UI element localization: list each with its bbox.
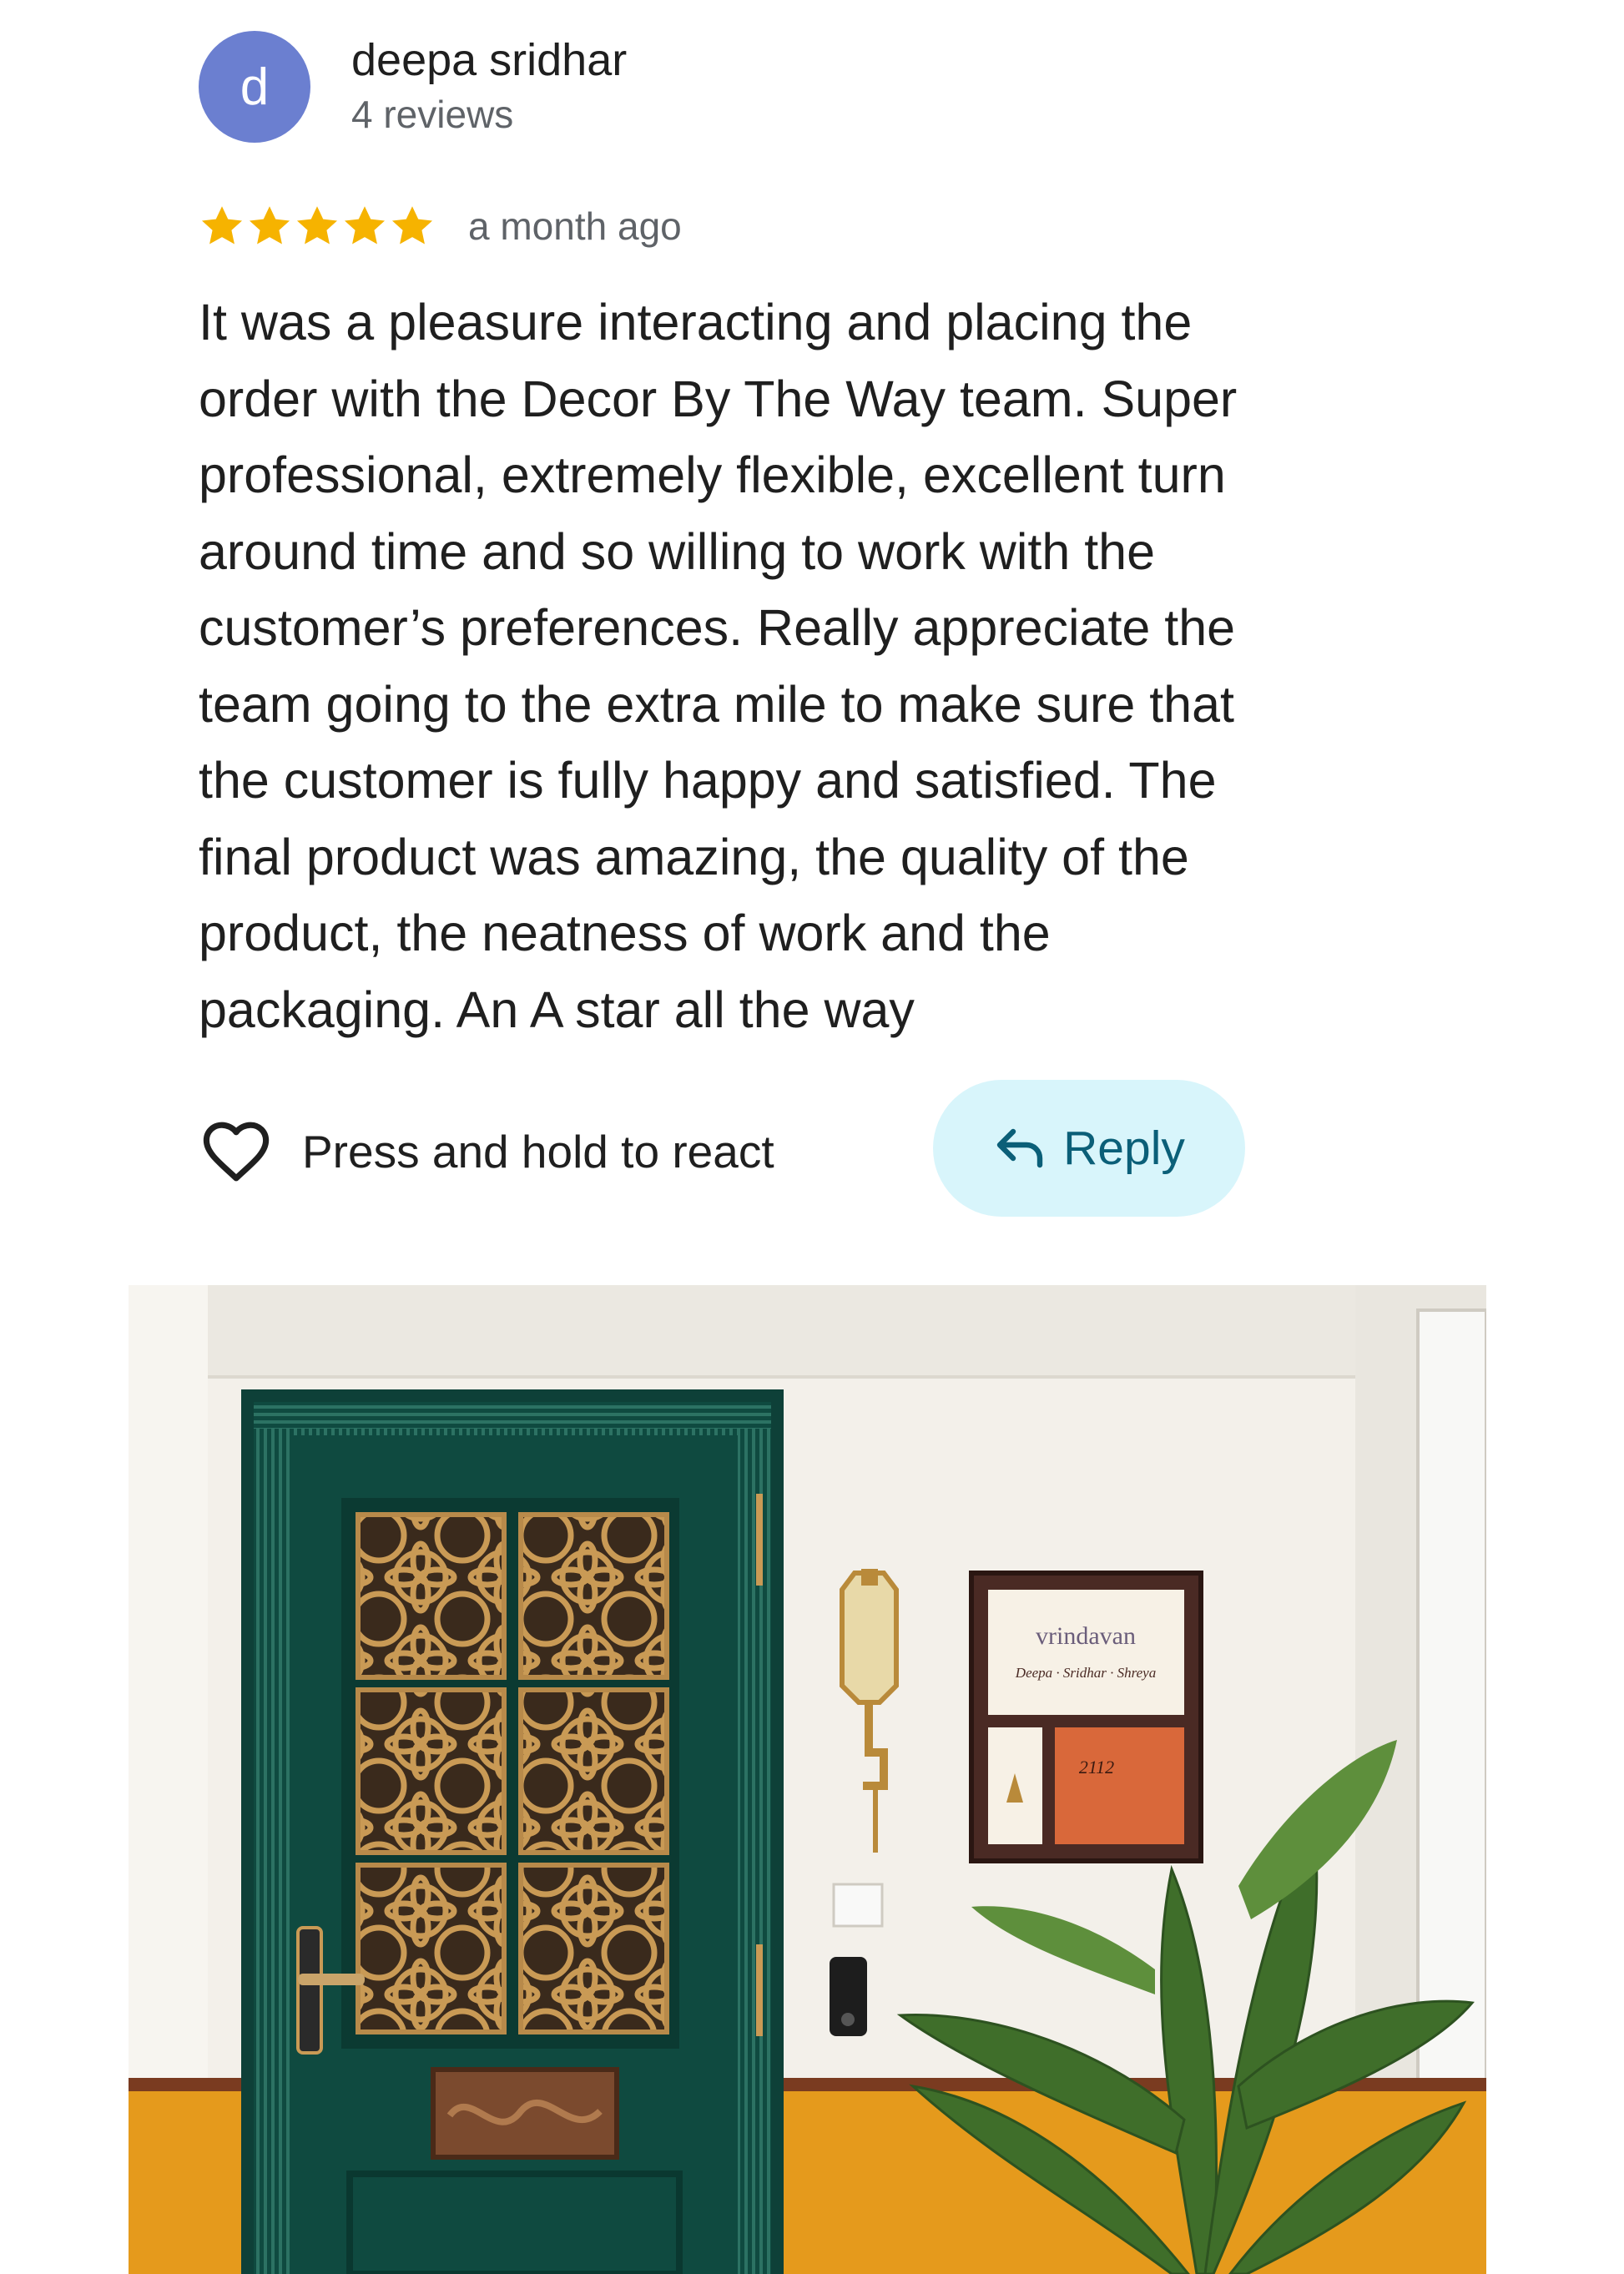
review-photo[interactable]: vrindavan Deepa · Sridhar · Shreya 2112: [129, 1285, 1486, 2274]
avatar-initial: d: [240, 58, 270, 116]
heart-outline-icon: [203, 1122, 270, 1182]
react-button[interactable]: Press and hold to react: [199, 1110, 774, 1193]
review-text-line: professional, extremely flexible, excell…: [199, 446, 1226, 503]
review-text-line: order with the Decor By The Way team. Su…: [199, 370, 1238, 427]
star-icon: [391, 206, 433, 245]
reply-label: Reply: [1063, 1122, 1185, 1175]
star-icon: [344, 206, 386, 245]
nameplate-names: Deepa · Sridhar · Shreya: [1015, 1665, 1156, 1681]
reviewer-name[interactable]: deepa sridhar: [351, 32, 627, 88]
nameplate-number: 2112: [1079, 1757, 1114, 1777]
review-text-line: product, the neatness of work and the: [199, 905, 1051, 961]
reply-arrow-icon: [996, 1128, 1043, 1168]
star-icon: [201, 206, 243, 245]
star-icon: [249, 206, 290, 245]
star-rating: [199, 200, 436, 252]
entrance-door-photo: vrindavan Deepa · Sridhar · Shreya 2112: [129, 1285, 1486, 2274]
review-text: It was a pleasure interacting and placin…: [199, 285, 1400, 1048]
review-text-line: customer’s preferences. Really appreciat…: [199, 599, 1236, 656]
reply-button[interactable]: Reply: [933, 1080, 1245, 1217]
avatar[interactable]: d: [199, 31, 310, 143]
review-date: a month ago: [468, 204, 682, 248]
review-text-line: team going to the extra mile to make sur…: [199, 675, 1234, 733]
review-text-line: around time and so willing to work with …: [199, 522, 1156, 580]
review-text-line: packaging. An A star all the way: [199, 981, 915, 1038]
review-count: 4 reviews: [351, 93, 514, 136]
star-icon: [296, 206, 338, 245]
react-label: Press and hold to react: [302, 1126, 774, 1177]
review-text-line: It was a pleasure interacting and placin…: [199, 294, 1193, 350]
review-text-line: final product was amazing, the quality o…: [199, 828, 1189, 885]
review-text-line: the customer is fully happy and satisfie…: [199, 752, 1217, 809]
nameplate-title: vrindavan: [1036, 1622, 1136, 1650]
